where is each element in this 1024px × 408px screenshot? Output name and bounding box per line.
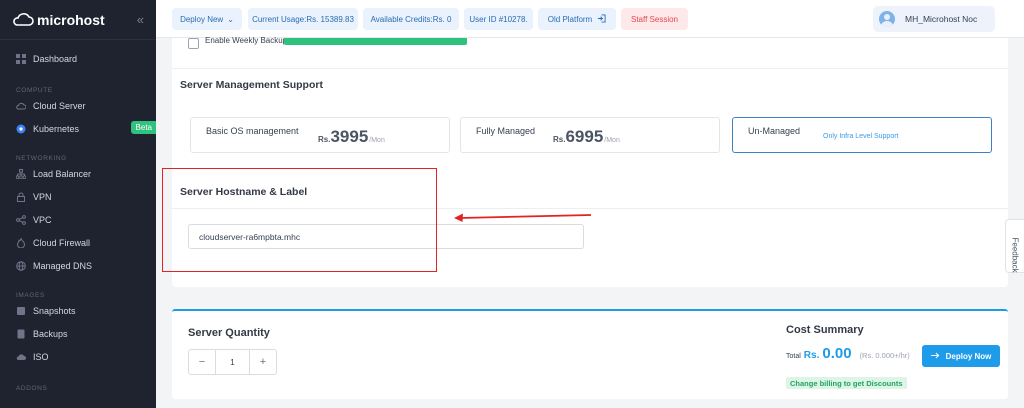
user-id-chip: User ID #10278.: [464, 8, 533, 30]
annotation-highlight-box: [162, 168, 437, 272]
weekly-backup-option[interactable]: Enable Weekly Backup: [188, 36, 288, 49]
deploy-new-label: Deploy New: [180, 14, 224, 24]
brand-name: microhost: [37, 11, 105, 28]
decrement-button[interactable]: −: [189, 350, 215, 374]
sidebar-section-compute: COMPUTE: [16, 87, 53, 94]
sidebar-item-snapshots[interactable]: Snapshots: [0, 299, 156, 322]
option-note: Only Infra Level Support: [823, 133, 899, 140]
dashboard-icon: [16, 53, 26, 64]
share-icon: [16, 214, 26, 225]
quantity-value[interactable]: 1: [215, 350, 250, 374]
staff-session-badge[interactable]: Staff Session: [621, 8, 688, 30]
total-amount: 0.00: [822, 345, 852, 362]
beta-badge: Beta: [130, 121, 156, 134]
sidebar-item-label: Cloud Firewall: [33, 237, 91, 248]
weekly-backup-label: Enable Weekly Backup: [205, 36, 288, 45]
sidebar-item-cloud-firewall[interactable]: Cloud Firewall: [0, 231, 156, 254]
sidebar-item-label: ISO: [33, 351, 49, 362]
sidebar-item-label: Load Balancer: [33, 168, 92, 179]
divider: [172, 68, 1008, 69]
sidebar-section-networking: NETWORKING: [16, 155, 67, 162]
sidebar-item-load-balancer[interactable]: Load Balancer: [0, 162, 156, 185]
option-price: Rs. 6995 /Mon: [553, 127, 620, 147]
quantity-stepper[interactable]: − 1 +: [188, 349, 277, 375]
option-name: Basic OS management: [206, 126, 299, 136]
annotation-arrow: [454, 213, 592, 222]
deploy-new-dropdown[interactable]: Deploy New ⌄: [172, 8, 242, 30]
sidebar-item-label: Cloud Server: [33, 100, 86, 111]
sidebar-item-label: Managed DNS: [33, 260, 93, 271]
topbar: Deploy New ⌄ Current Usage:Rs. 15389.83 …: [156, 0, 1024, 38]
sidebar-item-managed-dns[interactable]: Managed DNS: [0, 254, 156, 277]
total-cost: Total Rs. 0.00 (Rs. 0.000+/hr): [786, 345, 910, 362]
sidebar: microhost « Dashboard COMPUTE Cloud Serv…: [0, 0, 156, 408]
quantity-title: Server Quantity: [188, 327, 270, 339]
sidebar-item-dashboard[interactable]: Dashboard: [0, 47, 156, 70]
backup-icon: [16, 329, 26, 339]
avatar: [879, 11, 895, 27]
firewall-icon: [16, 236, 26, 248]
sidebar-item-label: Dashboard: [33, 53, 78, 64]
sidebar-item-label: Snapshots: [33, 305, 76, 316]
option-fully-managed[interactable]: Fully Managed Rs. 6995 /Mon: [460, 117, 720, 153]
network-icon: [15, 168, 27, 179]
hourly-rate: (Rs. 0.000+/hr): [859, 351, 910, 360]
price-currency: Rs.: [318, 135, 331, 144]
sidebar-section-images: IMAGES: [16, 292, 45, 299]
globe-icon: [16, 260, 26, 271]
sidebar-item-iso[interactable]: ISO: [0, 345, 156, 368]
weekly-backup-checkbox[interactable]: [188, 38, 199, 49]
price-amount: 6995: [565, 127, 604, 146]
price-currency: Rs.: [553, 135, 566, 144]
deploy-now-label: Deploy Now: [945, 351, 992, 361]
price-period: /Mon: [604, 137, 620, 144]
collapse-sidebar-icon[interactable]: «: [137, 12, 144, 27]
login-icon: [597, 13, 606, 25]
price-amount: 3995: [330, 127, 369, 146]
sidebar-item-backups[interactable]: Backups: [0, 322, 156, 345]
iso-icon: [16, 352, 26, 362]
option-price: Rs. 3995 /Mon: [318, 127, 385, 147]
arrow-right-icon: [930, 352, 940, 361]
sidebar-section-addons: ADDONS: [16, 385, 48, 392]
lock-icon: [16, 192, 26, 202]
available-credits-chip[interactable]: Available Credits:Rs. 0: [363, 8, 459, 30]
snapshot-icon: [16, 306, 26, 316]
sidebar-item-label: VPN: [33, 191, 52, 202]
option-name: Fully Managed: [476, 126, 536, 136]
total-currency: Rs.: [803, 350, 820, 361]
increment-button[interactable]: +: [250, 350, 276, 374]
sidebar-item-vpn[interactable]: VPN: [0, 185, 156, 208]
logo[interactable]: microhost: [12, 12, 105, 28]
sidebar-item-cloud-server[interactable]: Cloud Server: [0, 94, 156, 117]
kubernetes-icon: [16, 124, 26, 134]
sidebar-header: microhost «: [0, 0, 156, 40]
option-un-managed[interactable]: Un-Managed Only Infra Level Support: [732, 117, 992, 153]
management-title: Server Management Support: [180, 79, 323, 91]
cost-summary-title: Cost Summary: [786, 324, 864, 336]
sidebar-item-label: Kubernetes: [33, 123, 80, 134]
old-platform-label: Old Platform: [547, 14, 593, 24]
feedback-label: Feedback: [1010, 237, 1020, 273]
cloud-logo-icon: [13, 12, 34, 26]
old-platform-button[interactable]: Old Platform: [538, 8, 616, 30]
feedback-tab[interactable]: Feedback: [1005, 219, 1024, 273]
discount-link[interactable]: Change billing to get Discounts: [786, 377, 907, 389]
user-name: MH_Microhost Noc: [905, 14, 978, 24]
total-label: Total: [786, 353, 801, 360]
option-basic-os-management[interactable]: Basic OS management Rs. 3995 /Mon: [190, 117, 450, 153]
option-name: Un-Managed: [748, 126, 801, 136]
cloud-icon: [16, 101, 27, 111]
summary-card: Server Quantity − 1 + Cost Summary Total…: [172, 309, 1008, 399]
current-usage-chip[interactable]: Current Usage:Rs. 15389.83: [248, 8, 358, 30]
sidebar-item-kubernetes[interactable]: Kubernetes Beta: [0, 117, 156, 140]
sidebar-item-label: VPC: [33, 214, 52, 225]
backup-info-tag: [284, 38, 467, 45]
deploy-now-button[interactable]: Deploy Now: [922, 345, 1000, 367]
user-menu[interactable]: MH_Microhost Noc: [873, 6, 995, 32]
chevron-down-icon: ⌄: [227, 14, 234, 24]
price-period: /Mon: [369, 137, 385, 144]
sidebar-item-label: Backups: [33, 328, 68, 339]
sidebar-item-vpc[interactable]: VPC: [0, 208, 156, 231]
